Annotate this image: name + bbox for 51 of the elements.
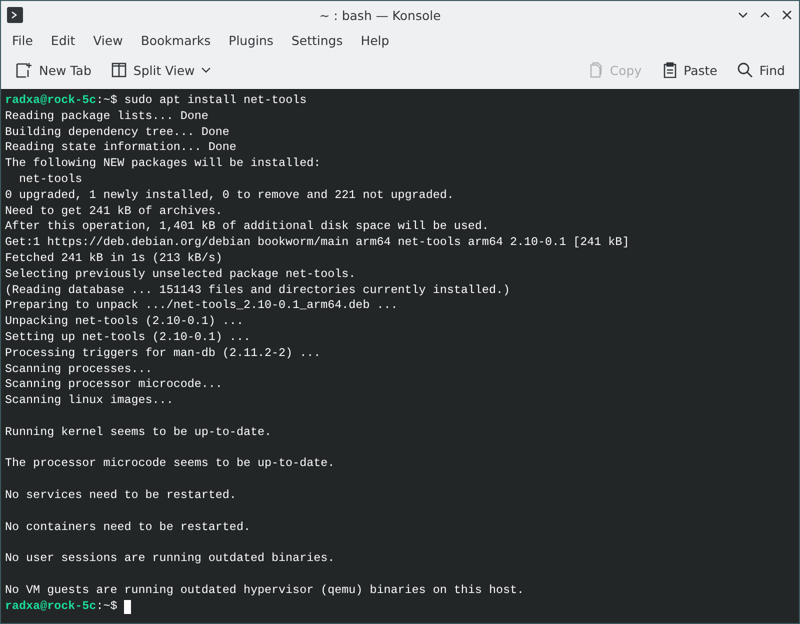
new-tab-icon (15, 61, 33, 79)
menu-item[interactable]: Plugins (220, 30, 282, 50)
caret-icon (200, 67, 211, 73)
output-line: Scanning processes... (5, 362, 152, 378)
output-line: (Reading database ... 151143 files and directories currently installed.) (5, 282, 510, 298)
terminal-app-icon (7, 7, 23, 23)
output-line: Reading package lists... Done (5, 108, 208, 125)
prompt-user: radxa@rock-5c (5, 93, 96, 109)
output-line: Setting up net-tools (2.10-0.1) ... (5, 330, 250, 346)
output-line: Selecting previously unselected package net-tools. (5, 266, 356, 283)
output-line: The processor microcode seems to be up-to-date. (5, 456, 335, 472)
output-line: Get:1 https://deb.debian.org/debian bookworm/main arm64 net-tools arm64 2.10-0.1 [241 kB] (5, 235, 630, 251)
output-line: The following NEW packages will be installed: (5, 156, 321, 172)
paste-button[interactable]: Paste (656, 58, 724, 82)
output-line: Scanning linux images... (5, 393, 174, 409)
prompt-user: radxa@rock-5c (5, 598, 96, 614)
prompt-path: :~$ (96, 598, 118, 614)
output-line: Scanning processor microcode... (5, 377, 222, 394)
output-line: 0 upgraded, 1 newly installed, 0 to remove and 221 not upgraded. (5, 188, 454, 204)
terminal-area[interactable] (1, 89, 799, 623)
output-line: After this operation, 1,401 kB of additional disk space will be used. (5, 219, 489, 236)
output-line: No containers need to be restarted. (5, 520, 250, 536)
output-line: Reading state information... Done (5, 140, 236, 156)
close-icon[interactable] (781, 9, 793, 21)
menu-item[interactable]: Settings (282, 30, 352, 50)
prompt-path: :~$ (96, 93, 118, 109)
output-line: No user sessions are running outdated binaries. (5, 551, 335, 567)
output-line: Running kernel seems to be up-to-date. (5, 424, 272, 441)
output-line: Need to get 241 kB of archives. (5, 204, 222, 220)
menu-item[interactable]: Help (352, 30, 398, 50)
output-line: No services need to be restarted. (5, 488, 236, 504)
output-line: Building dependency tree... Done (5, 124, 230, 140)
copy-icon (588, 62, 604, 78)
split-view-button[interactable]: Split View (105, 58, 217, 82)
output-line: Preparing to unpack .../net-tools_2.10-0.1_arm64.deb ... (5, 298, 398, 314)
output-line: No VM guests are running outdated hypervisor (qemu) binaries on this host. (5, 582, 524, 598)
output-line: net-tools (18, 172, 82, 188)
command-text: sudo apt install net-tools (124, 93, 307, 109)
window-title: ~ : bash — Konsole (318, 8, 442, 22)
search-icon (737, 62, 754, 78)
new-tab-button[interactable]: New Tab (9, 57, 98, 83)
menu-item[interactable]: Bookmarks (132, 30, 220, 50)
output-line: Unpacking net-tools (2.10-0.1) ... (5, 314, 244, 330)
split-view-icon (111, 62, 128, 78)
find-button[interactable]: Find (731, 58, 791, 82)
output-line: Fetched 241 kB in 1s (213 kB/s) (5, 250, 222, 267)
menu-item[interactable]: View (84, 30, 132, 50)
menu-item[interactable]: Edit (42, 30, 84, 50)
output-line: Processing triggers for man-db (2.11.2-2) ... (5, 346, 321, 362)
clipboard-icon (662, 62, 678, 78)
menu-item[interactable]: File (3, 30, 42, 50)
